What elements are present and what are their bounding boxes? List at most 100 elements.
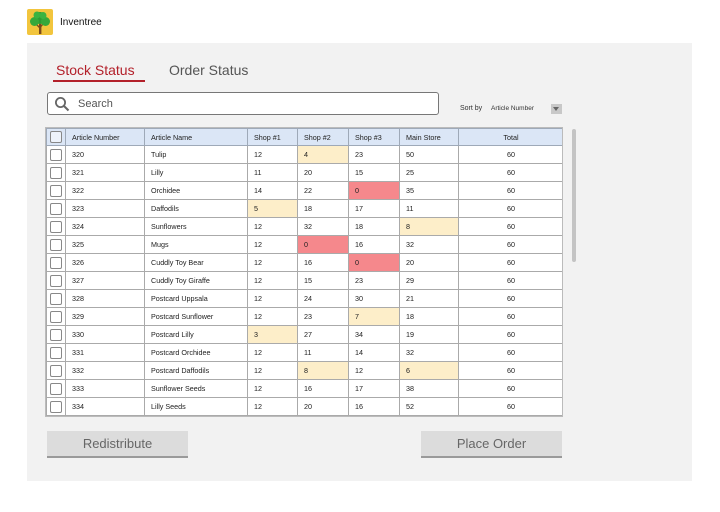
- stock-table-container: Article Number Article Name Shop #1 Shop…: [45, 127, 563, 417]
- table-cell: 11: [399, 199, 459, 218]
- table-cell: Postcard Sunflower: [144, 307, 248, 326]
- table-cell: 326: [65, 253, 145, 272]
- table-cell: 18: [348, 217, 400, 236]
- table-cell: 328: [65, 289, 145, 308]
- table-cell: Sunflowers: [144, 217, 248, 236]
- row-checkbox[interactable]: [50, 202, 62, 215]
- row-checkbox[interactable]: [50, 382, 62, 395]
- table-cell: 60: [458, 253, 562, 272]
- table-cell: 12: [247, 343, 298, 362]
- row-checkbox[interactable]: [50, 310, 62, 323]
- table-body: 320 Tulip 12 4 23 50 60 321 Lilly 11 20 15 25 60 322 Or…: [46, 145, 562, 416]
- table-row[interactable]: 328 Postcard Uppsala 12 24 30 21 60: [46, 289, 562, 308]
- table-row[interactable]: 332 Postcard Daffodils 12 8 12 6 60: [46, 361, 562, 380]
- redistribute-button[interactable]: Redistribute: [47, 431, 188, 458]
- search-input[interactable]: [78, 95, 428, 112]
- app-window: Inventree Stock Status Order Status Sort…: [0, 0, 720, 512]
- table-cell: 14: [247, 181, 298, 200]
- tab-order-status[interactable]: Order Status: [169, 62, 248, 78]
- table-cell: 22: [297, 181, 349, 200]
- table-cell: 8: [399, 217, 459, 236]
- table-row[interactable]: 329 Postcard Sunflower 12 23 7 18 60: [46, 307, 562, 326]
- table-row[interactable]: 331 Postcard Orchidee 12 11 14 32 60: [46, 343, 562, 362]
- table-cell: Cuddly Toy Giraffe: [144, 271, 248, 290]
- sort-select[interactable]: Article Number: [488, 103, 562, 115]
- row-checkbox[interactable]: [50, 364, 62, 377]
- table-cell: 320: [65, 145, 145, 164]
- table-cell: 12: [247, 145, 298, 164]
- search-box[interactable]: [47, 92, 439, 115]
- table-cell: 11: [247, 163, 298, 182]
- table-row[interactable]: 321 Lilly 11 20 15 25 60: [46, 163, 562, 182]
- row-select-cell: [46, 199, 66, 218]
- row-select-cell: [46, 307, 66, 326]
- table-cell: 16: [297, 379, 349, 398]
- select-all-checkbox[interactable]: [50, 131, 62, 143]
- row-select-cell: [46, 361, 66, 380]
- column-header[interactable]: Shop #3: [348, 128, 400, 146]
- column-header[interactable]: Main Store: [399, 128, 459, 146]
- column-header[interactable]: Shop #1: [247, 128, 298, 146]
- table-cell: 23: [348, 145, 400, 164]
- tab-stock-status[interactable]: Stock Status: [56, 62, 135, 78]
- table-cell: 323: [65, 199, 145, 218]
- table-scrollbar[interactable]: [572, 129, 577, 419]
- row-select-cell: [46, 289, 66, 308]
- table-row[interactable]: 324 Sunflowers 12 32 18 8 60: [46, 217, 562, 236]
- table-cell: 35: [399, 181, 459, 200]
- row-checkbox[interactable]: [50, 328, 62, 341]
- table-cell: 12: [247, 289, 298, 308]
- table-row[interactable]: 320 Tulip 12 4 23 50 60: [46, 145, 562, 164]
- table-cell: Mugs: [144, 235, 248, 254]
- column-header[interactable]: Total: [458, 128, 562, 146]
- column-header[interactable]: Article Name: [144, 128, 248, 146]
- table-row[interactable]: 326 Cuddly Toy Bear 12 16 0 20 60: [46, 253, 562, 272]
- table-cell: 60: [458, 199, 562, 218]
- table-cell: 12: [348, 361, 400, 380]
- table-row[interactable]: 325 Mugs 12 0 16 32 60: [46, 235, 562, 254]
- row-select-cell: [46, 145, 66, 164]
- row-checkbox[interactable]: [50, 148, 62, 161]
- search-icon: [55, 97, 70, 112]
- row-checkbox[interactable]: [50, 238, 62, 251]
- table-cell: 60: [458, 343, 562, 362]
- table-cell: 60: [458, 235, 562, 254]
- sort-selected-value: Article Number: [491, 105, 534, 112]
- row-checkbox[interactable]: [50, 256, 62, 269]
- table-cell: 3: [247, 325, 298, 344]
- row-checkbox[interactable]: [50, 274, 62, 287]
- table-cell: 60: [458, 361, 562, 380]
- table-cell: 329: [65, 307, 145, 326]
- column-header[interactable]: Article Number: [65, 128, 145, 146]
- table-row[interactable]: 323 Daffodils 5 18 17 11 60: [46, 199, 562, 218]
- table-cell: 17: [348, 199, 400, 218]
- row-checkbox[interactable]: [50, 346, 62, 359]
- chevron-down-icon[interactable]: [551, 104, 562, 114]
- row-checkbox[interactable]: [50, 166, 62, 179]
- place-order-button[interactable]: Place Order: [421, 431, 562, 458]
- table-cell: 30: [348, 289, 400, 308]
- row-checkbox[interactable]: [50, 184, 62, 197]
- table-row[interactable]: 330 Postcard Lilly 3 27 34 19 60: [46, 325, 562, 344]
- scrollbar-thumb[interactable]: [572, 129, 576, 262]
- table-row[interactable]: 334 Lilly Seeds 12 20 16 52 60: [46, 397, 562, 416]
- row-checkbox[interactable]: [50, 220, 62, 233]
- row-select-cell: [46, 343, 66, 362]
- column-header[interactable]: Shop #2: [297, 128, 349, 146]
- table-cell: 0: [348, 181, 400, 200]
- table-cell: 5: [247, 199, 298, 218]
- table-cell: 29: [399, 271, 459, 290]
- row-checkbox[interactable]: [50, 400, 62, 413]
- row-checkbox[interactable]: [50, 292, 62, 305]
- table-cell: 321: [65, 163, 145, 182]
- table-cell: 12: [247, 379, 298, 398]
- table-cell: 8: [297, 361, 349, 380]
- table-cell: 38: [399, 379, 459, 398]
- table-cell: 60: [458, 271, 562, 290]
- table-row[interactable]: 333 Sunflower Seeds 12 16 17 38 60: [46, 379, 562, 398]
- table-row[interactable]: 322 Orchidee 14 22 0 35 60: [46, 181, 562, 200]
- table-cell: 60: [458, 325, 562, 344]
- table-cell: 327: [65, 271, 145, 290]
- table-cell: 24: [297, 289, 349, 308]
- table-row[interactable]: 327 Cuddly Toy Giraffe 12 15 23 29 60: [46, 271, 562, 290]
